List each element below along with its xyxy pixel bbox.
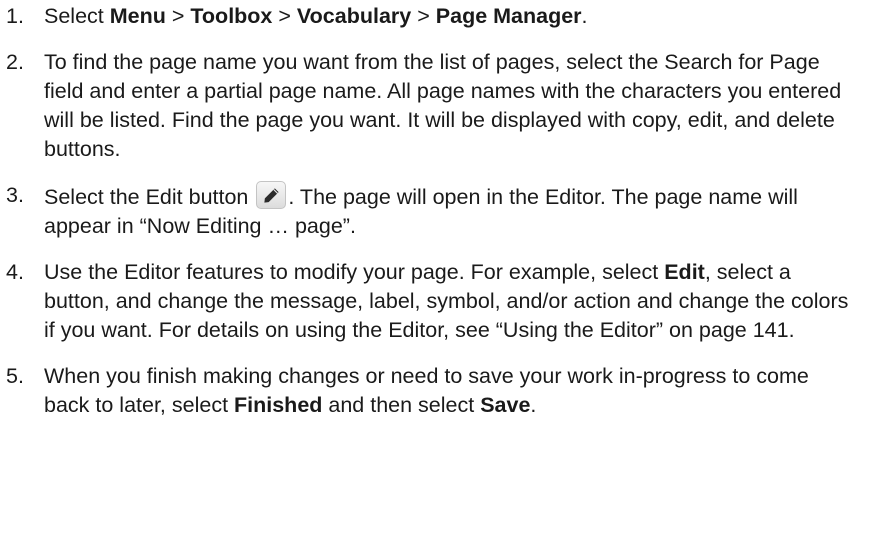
text-run: Select the Edit button bbox=[44, 185, 249, 209]
step-3: 3. Select the Edit button . The page wil… bbox=[0, 181, 875, 241]
menu-path-item: Menu bbox=[109, 4, 166, 28]
step-number: 2. bbox=[6, 50, 24, 74]
step-number: 1. bbox=[6, 4, 24, 28]
text-run: . bbox=[530, 393, 537, 417]
text-run: Use the Editor features to modify your p… bbox=[44, 260, 665, 284]
menu-path-item: Vocabulary bbox=[296, 4, 412, 28]
step-text: Select the Edit button . The page will o… bbox=[44, 181, 875, 241]
steps-list: 1. Select Menu > Toolbox > Vocabulary > … bbox=[0, 2, 875, 420]
step-1: 1. Select Menu > Toolbox > Vocabulary > … bbox=[0, 2, 875, 31]
step-text: To find the page name you want from the … bbox=[44, 50, 842, 161]
path-separator: > bbox=[411, 4, 436, 28]
step-text: Use the Editor features to modify your p… bbox=[44, 258, 875, 345]
edit-button-image bbox=[256, 181, 287, 209]
step-number: 5. bbox=[6, 364, 24, 388]
step-5: 5. When you finish making changes or nee… bbox=[0, 362, 875, 420]
instruction-document: 1. Select Menu > Toolbox > Vocabulary > … bbox=[0, 0, 875, 560]
step-text: Select Menu > Toolbox > Vocabulary > Pag… bbox=[44, 2, 875, 31]
bold-term: Edit bbox=[664, 260, 705, 284]
path-separator: > bbox=[272, 4, 297, 28]
bold-term: Save bbox=[480, 393, 531, 417]
menu-path-item: Toolbox bbox=[190, 4, 273, 28]
step-2: 2. To find the page name you want from t… bbox=[0, 48, 875, 164]
step-number: 4. bbox=[6, 260, 24, 284]
bold-term: Finished bbox=[234, 393, 323, 417]
text-run: Select bbox=[44, 4, 110, 28]
path-separator: > bbox=[165, 4, 191, 28]
menu-path-item: Page Manager bbox=[435, 4, 582, 28]
step-number: 3. bbox=[6, 183, 24, 207]
pencil-icon bbox=[264, 188, 279, 203]
text-run: . bbox=[581, 4, 588, 28]
step-text: When you finish making changes or need t… bbox=[44, 362, 875, 420]
text-run: and then select bbox=[322, 393, 481, 417]
step-4: 4. Use the Editor features to modify you… bbox=[0, 258, 875, 345]
